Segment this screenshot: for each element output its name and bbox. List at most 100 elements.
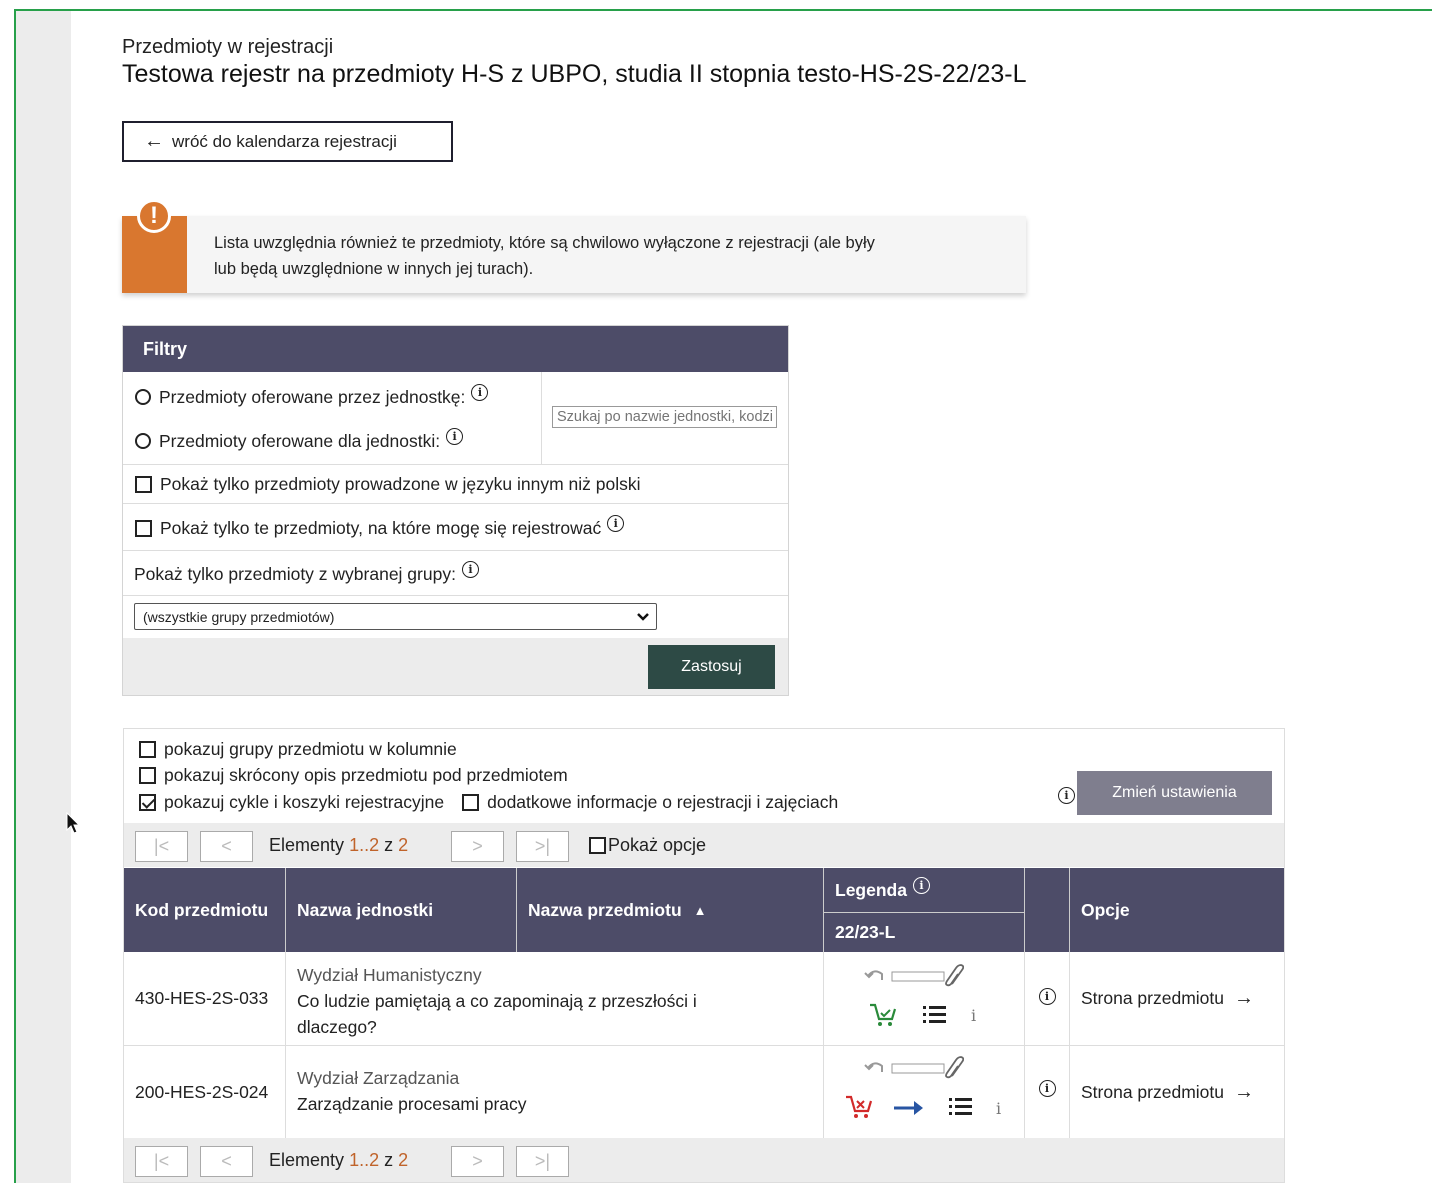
info-icon[interactable]: i xyxy=(1038,988,1056,1005)
list-icon[interactable] xyxy=(948,1096,974,1118)
unit-name: Wydział Zarządzania xyxy=(297,1068,460,1088)
checkbox-foreign-lang-label: Pokaż tylko przedmioty prowadzone w języ… xyxy=(160,473,641,494)
checkbox-can-register-label: Pokaż tylko te przedmioty, na które mogę… xyxy=(160,517,602,538)
last-page-button[interactable]: >| xyxy=(516,1146,569,1177)
divider xyxy=(123,503,788,504)
show-options-toggle[interactable]: Pokaż opcje xyxy=(589,835,706,856)
notice-text: Lista uwzględnia również te przedmioty, … xyxy=(214,230,1014,282)
col-header-unit: Nazwa jednostki xyxy=(286,868,517,952)
course-name: Zarządzanie procesami pracy xyxy=(297,1094,527,1114)
info-notice: ! Lista uwzględnia również te przedmioty… xyxy=(122,199,1026,293)
page-title: Testowa rejestr na przedmioty H-S z UBPO… xyxy=(122,60,1027,88)
radio-offered-by[interactable] xyxy=(135,389,151,405)
pager-elements-label: Elementy xyxy=(269,835,345,855)
pager-top: |< < Elementy 1..2 z 2 > >| Pokaż opcje xyxy=(124,823,1284,867)
info-icon[interactable]: i xyxy=(471,383,489,401)
cell-legend: i xyxy=(824,1046,1025,1139)
option-short-desc-label: pokazuj skrócony opis przedmiotu pod prz… xyxy=(164,765,568,785)
back-to-calendar-button[interactable]: ← wróć do kalendarza rejestracji xyxy=(122,121,453,162)
option-show-groups-label: pokazuj grupy przedmiotu w kolumnie xyxy=(164,739,457,759)
cell-course: Wydział Humanistyczny Co ludzie pamiętaj… xyxy=(286,952,824,1045)
course-name: Co ludzie pamiętają a co zapominają z pr… xyxy=(297,991,697,1037)
cell-legend: i xyxy=(824,952,1025,1045)
arrow-right-icon: → xyxy=(1234,1081,1254,1103)
status-bar xyxy=(891,1063,945,1074)
legend-label: Legenda xyxy=(835,879,907,900)
status-bar xyxy=(891,971,945,982)
checkbox-short-desc[interactable] xyxy=(139,767,156,784)
sort-ascending-icon: ▲ xyxy=(693,902,707,918)
radio-offered-for[interactable] xyxy=(135,433,151,449)
info-icon[interactable]: i xyxy=(912,876,930,894)
col-header-code: Kod przedmiotu xyxy=(124,868,286,952)
first-page-button[interactable]: |< xyxy=(135,1146,188,1177)
back-button-label: wróć do kalendarza rejestracji xyxy=(172,131,397,151)
details-icon[interactable]: i xyxy=(971,1006,976,1025)
cell-code: 430-HES-2S-033 xyxy=(124,952,286,1045)
checkbox-cycles[interactable] xyxy=(139,794,156,811)
divider xyxy=(123,595,788,596)
legend-status-row xyxy=(864,964,964,987)
pager-info: Elementy 1..2 z 2 xyxy=(269,835,408,856)
pager-total: 2 xyxy=(398,835,409,855)
filters-vertical-divider xyxy=(541,372,542,464)
col-header-options: Opcje xyxy=(1070,868,1284,952)
details-icon[interactable]: i xyxy=(996,1099,1001,1118)
course-page-link-label: Strona przedmiotu xyxy=(1081,988,1224,1008)
option-cycles[interactable]: pokazuj cykle i koszyki rejestracyjne do… xyxy=(139,792,838,813)
col-header-name[interactable]: Nazwa przedmiotu ▲ xyxy=(517,868,824,952)
arrow-right-icon: → xyxy=(1234,987,1254,1009)
filter-can-register-row[interactable]: Pokaż tylko te przedmioty, na które mogę… xyxy=(123,506,788,550)
option-show-groups[interactable]: pokazuj grupy przedmiotu w kolumnie xyxy=(139,739,457,760)
frame-top-border xyxy=(14,9,1432,11)
cell-options: Strona przedmiotu → xyxy=(1070,952,1284,1045)
option-cycles-label: pokazuj cykle i koszyki rejestracyjne xyxy=(164,792,445,812)
info-icon[interactable]: i xyxy=(446,427,464,445)
results-panel: pokazuj grupy przedmiotu w kolumnie poka… xyxy=(123,728,1285,1183)
first-page-button[interactable]: |< xyxy=(135,831,188,862)
divider xyxy=(123,550,788,551)
radio-offered-by-label: Przedmioty oferowane przez jednostkę: xyxy=(159,386,466,407)
notice-line-2: lub będą uwzględnione w innych jej turac… xyxy=(214,260,534,278)
undo-arrow-icon xyxy=(864,1062,883,1072)
arrow-right-icon[interactable] xyxy=(892,1098,928,1118)
checkbox-show-groups[interactable] xyxy=(139,741,156,758)
course-page-link[interactable]: Strona przedmiotu → xyxy=(1081,1081,1254,1104)
cart-remove-icon[interactable] xyxy=(844,1094,874,1120)
notice-line-1: Lista uwzględnia również te przedmioty, … xyxy=(214,234,875,252)
prev-page-button[interactable]: < xyxy=(200,1146,253,1177)
info-icon[interactable]: i xyxy=(1038,1080,1056,1097)
pager-bottom: |< < Elementy 1..2 z 2 > >| xyxy=(124,1138,1284,1182)
col-header-info xyxy=(1025,868,1070,952)
group-select[interactable]: (wszystkie grupy przedmiotów) xyxy=(134,603,657,630)
left-gutter xyxy=(16,11,71,1183)
group-filter-label: Pokaż tylko przedmioty z wybranej grupy: xyxy=(134,563,456,584)
unit-search-input[interactable] xyxy=(552,406,777,428)
next-page-button[interactable]: > xyxy=(451,831,504,862)
col-header-cycle: 22/23-L xyxy=(824,913,1025,952)
paperclip-icon xyxy=(945,1056,964,1079)
pager-info: Elementy 1..2 z 2 xyxy=(269,1150,408,1171)
filter-foreign-lang-row[interactable]: Pokaż tylko przedmioty prowadzone w języ… xyxy=(123,465,788,503)
checkbox-foreign-lang[interactable] xyxy=(135,475,152,493)
change-settings-button[interactable]: Zmień ustawienia xyxy=(1077,771,1272,815)
option-short-desc[interactable]: pokazuj skrócony opis przedmiotu pod prz… xyxy=(139,765,568,786)
undo-arrow-icon xyxy=(864,970,883,980)
cell-code: 200-HES-2S-024 xyxy=(124,1046,286,1139)
checkbox-show-options[interactable] xyxy=(589,837,606,854)
pager-total: 2 xyxy=(398,1150,409,1170)
checkbox-can-register[interactable] xyxy=(135,519,152,537)
list-icon[interactable] xyxy=(922,1004,948,1026)
course-page-link[interactable]: Strona przedmiotu → xyxy=(1081,987,1254,1010)
last-page-button[interactable]: >| xyxy=(516,831,569,862)
info-icon[interactable]: i xyxy=(1058,787,1075,804)
info-icon[interactable]: i xyxy=(607,514,625,532)
next-page-button[interactable]: > xyxy=(451,1146,504,1177)
prev-page-button[interactable]: < xyxy=(200,831,253,862)
apply-filters-button[interactable]: Zastosuj xyxy=(648,645,775,689)
pager-range: 1..2 xyxy=(349,835,380,855)
info-icon[interactable]: i xyxy=(461,560,479,578)
checkbox-extra-info[interactable] xyxy=(462,794,480,811)
exclamation-icon: ! xyxy=(137,199,171,233)
cart-icon[interactable] xyxy=(868,1002,898,1028)
